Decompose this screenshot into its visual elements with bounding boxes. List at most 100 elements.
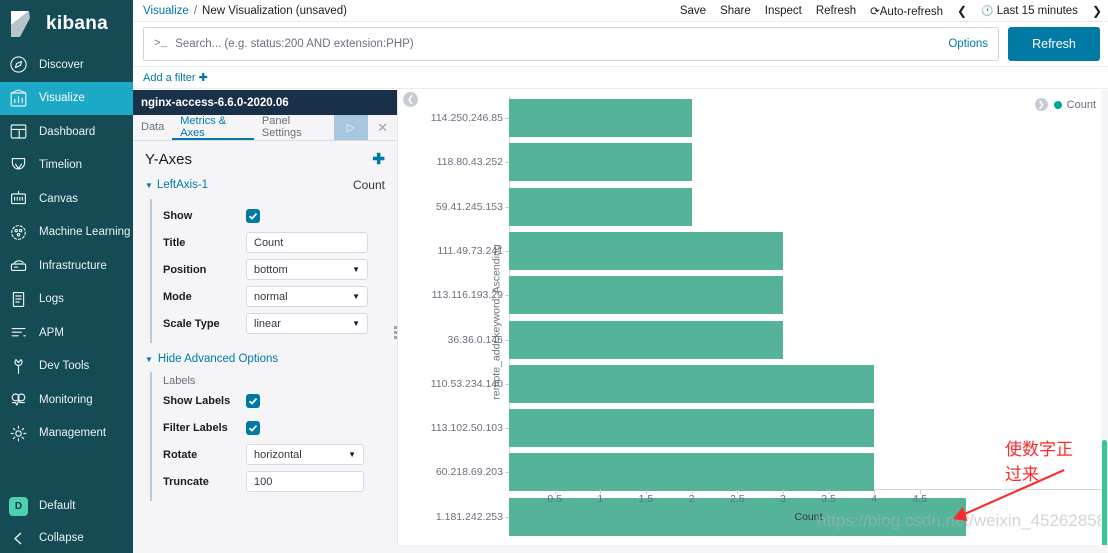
scrollbar-thumb[interactable] [1102, 440, 1107, 550]
sidebar-item-label: Dev Tools [39, 360, 90, 373]
axis-metric-label: Count [352, 178, 385, 192]
apm-icon [9, 323, 28, 342]
show-axis-checkbox[interactable] [246, 208, 260, 223]
sidebar-item-label: Machine Learning [39, 226, 131, 239]
play-icon: ▷ [346, 122, 356, 134]
time-range-picker[interactable]: 🕐 Last 15 minutes [981, 5, 1078, 17]
tab-panel-settings[interactable]: Panel Settings [254, 115, 334, 140]
y-axis-tick-label[interactable]: 118.80.43.252 [437, 156, 503, 168]
sidebar-item-monitoring[interactable]: Monitoring [0, 383, 133, 417]
bar[interactable] [509, 99, 692, 137]
chevron-left-icon[interactable]: ❮ [957, 4, 967, 18]
y-axis-tick-label[interactable]: 110.53.234.140 [431, 378, 503, 390]
collapse-label: Collapse [39, 532, 84, 544]
sidebar-item-label: Dashboard [39, 125, 96, 138]
y-axis-tick-label[interactable]: 111.49.73.241 [437, 245, 503, 257]
main-region: Visualize / New Visualization (unsaved) … [133, 0, 1108, 553]
y-axis-tick-label[interactable]: 113.102.50.103 [431, 422, 503, 434]
axis-mode-select[interactable]: normal ▼ [246, 286, 368, 307]
search-input[interactable]: >_ Search... (e.g. status:200 AND extens… [143, 27, 999, 61]
space-avatar: D [9, 496, 28, 516]
apply-changes-button[interactable]: ▷ [333, 115, 369, 140]
close-editor-button[interactable]: ✕ [368, 115, 397, 140]
bar[interactable] [509, 187, 692, 226]
breadcrumb-visualize[interactable]: Visualize [143, 5, 189, 17]
page-scrollbar[interactable] [1101, 90, 1108, 553]
field-row-show-labels: Show Labels [152, 387, 397, 414]
bar[interactable] [509, 453, 875, 492]
refresh-button[interactable]: Refresh [816, 5, 856, 17]
sidebar-item-logs[interactable]: Logs [0, 283, 133, 317]
tab-metrics-and-axes[interactable]: Metrics & Axes [172, 115, 254, 140]
labels-group-title: Labels [163, 375, 196, 387]
y-axis-tick-label[interactable]: 59.41.245.153 [436, 201, 503, 213]
section-title: Y-Axes [145, 150, 192, 168]
sidebar-item-canvas[interactable]: Canvas [0, 182, 133, 216]
sidebar-item-visualize[interactable]: Visualize [0, 81, 133, 115]
axis-name-toggle[interactable]: LeftAxis-1 [157, 179, 208, 191]
chevron-right-icon[interactable]: ❯ [1092, 4, 1102, 18]
primary-sidebar: kibana Discover Visualize Dashboard Timelio… [0, 0, 133, 553]
visualization-chart-panel: ❮ ❯ Count remote_addr.keyword: Ascending… [399, 90, 1108, 553]
bar[interactable] [509, 364, 875, 403]
y-axis-tick-label[interactable]: 36.36.0.146 [448, 334, 503, 346]
axis-title-input[interactable]: Count [246, 232, 368, 253]
visualization-editor-panel: nginx-access-6.6.0-2020.06 Data Metrics … [133, 90, 402, 553]
tab-data[interactable]: Data [133, 115, 172, 140]
chevron-down-icon: ▼ [352, 292, 360, 301]
bar[interactable] [509, 276, 783, 315]
sidebar-item-management[interactable]: Management [0, 417, 133, 451]
x-axis-tick-label: 2 [688, 493, 695, 505]
save-button[interactable]: Save [680, 5, 706, 17]
bar[interactable] [509, 320, 783, 359]
sidebar-item-timelion[interactable]: Timelion [0, 149, 133, 183]
inspect-button[interactable]: Inspect [765, 5, 802, 17]
sidebar-footer: D Default Collapse [0, 489, 133, 553]
y-axis-tick-label[interactable]: 1.181.242.253 [436, 511, 503, 523]
axis-scale-type-select[interactable]: linear ▼ [246, 313, 368, 334]
axis-header: ▼ LeftAxis-1 Count [133, 175, 397, 196]
field-label-mode: Mode [163, 290, 192, 303]
bar[interactable] [509, 409, 875, 448]
compass-icon [9, 55, 28, 74]
sidebar-item-dashboard[interactable]: Dashboard [0, 115, 133, 149]
y-axis-tick-label[interactable]: 114.250.246.85 [431, 112, 503, 124]
axis-scale-type-value: linear [254, 317, 281, 330]
y-axis-tick-label[interactable]: 60.218.69.203 [436, 466, 503, 478]
bar[interactable] [509, 231, 783, 270]
sidebar-item-apm[interactable]: APM [0, 316, 133, 350]
x-axis-tick-label: 3 [779, 493, 786, 505]
chevron-down-icon: ▼ [352, 319, 360, 328]
advanced-options-toggle[interactable]: ▼ Hide Advanced Options [133, 343, 397, 369]
query-refresh-button[interactable]: Refresh [1008, 27, 1100, 61]
sidebar-item-machine-learning[interactable]: Machine Learning [0, 216, 133, 250]
sidebar-item-dev-tools[interactable]: Dev Tools [0, 350, 133, 384]
axis-mode-value: normal [254, 290, 288, 303]
share-button[interactable]: Share [720, 5, 751, 17]
dashboard-icon [9, 122, 28, 141]
y-axis-tick-label[interactable]: 113.116.193.29 [432, 289, 503, 301]
editor-body: Y-Axes ✚ ▼ LeftAxis-1 Count Show Title C… [133, 141, 397, 553]
sidebar-item-discover[interactable]: Discover [0, 48, 133, 82]
sidebar-item-label: Logs [39, 293, 64, 306]
filter-labels-checkbox[interactable] [246, 420, 260, 435]
sidebar-collapse-button[interactable]: Collapse [0, 523, 133, 553]
show-labels-checkbox[interactable] [246, 393, 260, 408]
axis-position-select[interactable]: bottom ▼ [246, 259, 368, 280]
bar[interactable] [509, 143, 692, 182]
add-axis-button[interactable]: ✚ [372, 150, 385, 168]
truncate-input[interactable]: 100 [246, 471, 364, 492]
plus-icon: ✚ [198, 72, 208, 84]
sidebar-item-default-space[interactable]: D Default [0, 489, 133, 523]
field-label-rotate: Rotate [163, 448, 198, 461]
sidebar-item-infrastructure[interactable]: Infrastructure [0, 249, 133, 283]
add-filter-button[interactable]: Add a filter ✚ [143, 71, 208, 84]
rotate-select[interactable]: horizontal ▼ [246, 444, 364, 465]
top-navigation-bar: Visualize / New Visualization (unsaved) … [133, 0, 1108, 22]
breadcrumb-separator: / [193, 4, 198, 17]
field-label-title: Title [163, 236, 186, 249]
kibana-logo[interactable]: kibana [0, 0, 133, 48]
machine-learning-icon [9, 223, 28, 242]
query-options-button[interactable]: Options [948, 38, 988, 50]
auto-refresh-button[interactable]: ⟳Auto-refresh [870, 4, 943, 18]
